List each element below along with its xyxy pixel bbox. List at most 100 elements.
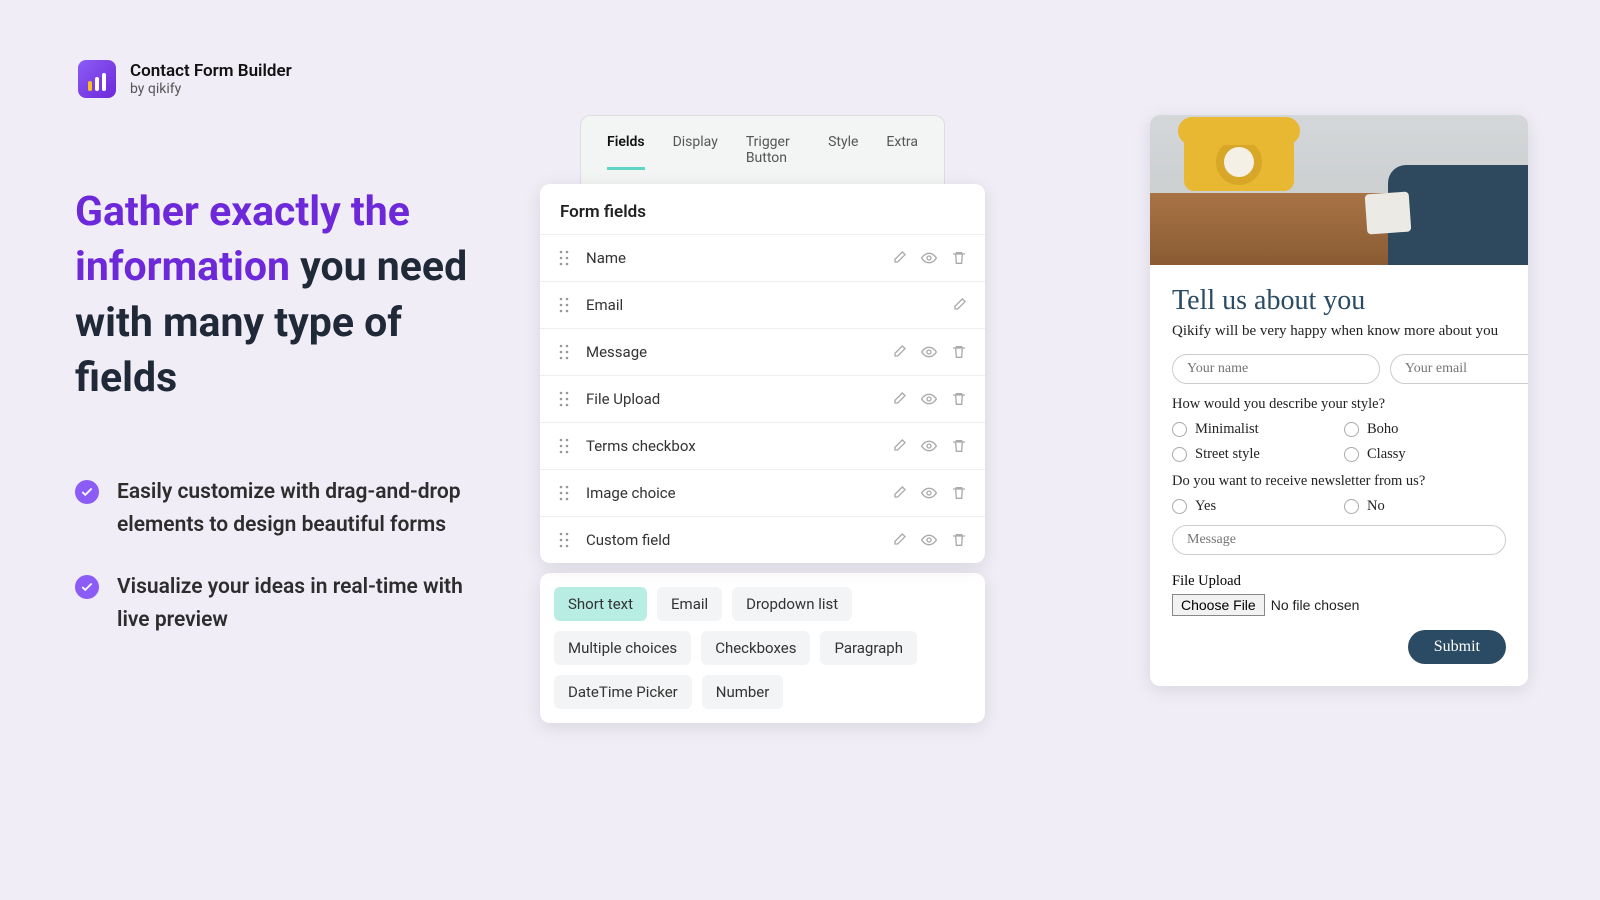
check-icon — [75, 575, 99, 599]
drag-handle-icon[interactable] — [558, 344, 570, 360]
radio-label: Classy — [1367, 446, 1406, 463]
style-question: How would you describe your style? — [1172, 396, 1506, 413]
preview-subtitle: Qikify will be very happy when know more… — [1172, 323, 1506, 340]
radio-icon — [1172, 447, 1187, 462]
field-row[interactable]: Terms checkbox — [540, 422, 985, 469]
choose-file-button[interactable]: Choose File — [1172, 594, 1265, 616]
app-header: Contact Form Builder by qikify — [78, 60, 292, 98]
drag-handle-icon[interactable] — [558, 485, 570, 501]
field-row[interactable]: Email — [540, 281, 985, 328]
field-row-actions — [891, 485, 967, 501]
radio-icon — [1344, 422, 1359, 437]
field-type-short-text[interactable]: Short text — [554, 587, 647, 621]
style-option[interactable]: Street style — [1172, 446, 1334, 463]
check-icon — [75, 480, 99, 504]
radio-label: Street style — [1195, 446, 1260, 463]
hero-bullet-text: Easily customize with drag-and-drop elem… — [117, 476, 495, 541]
drag-handle-icon[interactable] — [558, 250, 570, 266]
hero-bullet-text: Visualize your ideas in real-time with l… — [117, 571, 495, 636]
drag-handle-icon[interactable] — [558, 438, 570, 454]
drag-handle-icon[interactable] — [558, 297, 570, 313]
field-row-actions — [891, 532, 967, 548]
field-row-actions — [891, 391, 967, 407]
submit-button[interactable]: Submit — [1408, 630, 1506, 664]
field-type-checkboxes[interactable]: Checkboxes — [701, 631, 810, 665]
newsletter-option[interactable]: Yes — [1172, 498, 1334, 515]
style-option[interactable]: Classy — [1344, 446, 1506, 463]
file-upload-label: File Upload — [1172, 573, 1506, 590]
field-type-datetime-picker[interactable]: DateTime Picker — [554, 675, 692, 709]
edit-icon[interactable] — [891, 391, 907, 407]
field-row-actions — [951, 297, 967, 313]
radio-label: Yes — [1195, 498, 1216, 515]
trash-icon[interactable] — [951, 391, 967, 407]
eye-icon[interactable] — [921, 438, 937, 454]
field-type-picker: Short text Email Dropdown list Multiple cho… — [540, 573, 985, 723]
field-type-dropdown-list[interactable]: Dropdown list — [732, 587, 852, 621]
tab-style[interactable]: Style — [828, 134, 858, 170]
tab-extra[interactable]: Extra — [886, 134, 918, 170]
eye-icon[interactable] — [921, 532, 937, 548]
field-type-multiple-choices[interactable]: Multiple choices — [554, 631, 691, 665]
preview-hero-image — [1150, 115, 1528, 265]
eye-icon[interactable] — [921, 391, 937, 407]
drag-handle-icon[interactable] — [558, 391, 570, 407]
field-row-actions — [891, 344, 967, 360]
trash-icon[interactable] — [951, 344, 967, 360]
eye-icon[interactable] — [921, 250, 937, 266]
edit-icon[interactable] — [951, 297, 967, 313]
form-builder: Fields Display Trigger Button Style Extra Fo… — [540, 115, 985, 723]
field-row[interactable]: Custom field — [540, 516, 985, 563]
app-logo — [78, 60, 116, 98]
edit-icon[interactable] — [891, 250, 907, 266]
style-option[interactable]: Minimalist — [1172, 421, 1334, 438]
field-type-email[interactable]: Email — [657, 587, 722, 621]
style-option[interactable]: Boho — [1344, 421, 1506, 438]
edit-icon[interactable] — [891, 344, 907, 360]
trash-icon[interactable] — [951, 250, 967, 266]
newsletter-question: Do you want to receive newsletter from u… — [1172, 473, 1506, 490]
field-row[interactable]: Name — [540, 234, 985, 281]
trash-icon[interactable] — [951, 485, 967, 501]
eye-icon[interactable] — [921, 344, 937, 360]
hero-title: Gather exactly the information you need … — [75, 185, 495, 406]
field-row[interactable]: Message — [540, 328, 985, 375]
field-row-label: Terms checkbox — [586, 437, 891, 455]
form-fields-card: Form fields Name Email Message File Upload T… — [540, 184, 985, 563]
trash-icon[interactable] — [951, 532, 967, 548]
hero-bullet: Easily customize with drag-and-drop elem… — [75, 476, 495, 541]
edit-icon[interactable] — [891, 438, 907, 454]
field-type-number[interactable]: Number — [702, 675, 784, 709]
tab-display[interactable]: Display — [673, 134, 718, 170]
radio-label: Minimalist — [1195, 421, 1259, 438]
field-row-label: Message — [586, 343, 891, 361]
trash-icon[interactable] — [951, 438, 967, 454]
tab-fields[interactable]: Fields — [607, 134, 645, 170]
radio-icon — [1172, 422, 1187, 437]
field-type-paragraph[interactable]: Paragraph — [820, 631, 917, 665]
radio-label: No — [1367, 498, 1385, 515]
drag-handle-icon[interactable] — [558, 532, 570, 548]
field-row-label: Name — [586, 249, 891, 267]
name-input[interactable] — [1172, 354, 1380, 384]
form-fields-title: Form fields — [540, 184, 985, 234]
app-byline: by qikify — [130, 81, 292, 97]
hero: Gather exactly the information you need … — [75, 185, 495, 667]
form-preview: Tell us about you Qikify will be very ha… — [1150, 115, 1528, 686]
field-row-actions — [891, 438, 967, 454]
edit-icon[interactable] — [891, 532, 907, 548]
edit-icon[interactable] — [891, 485, 907, 501]
field-row[interactable]: File Upload — [540, 375, 985, 422]
radio-label: Boho — [1367, 421, 1398, 438]
message-input[interactable] — [1172, 525, 1506, 555]
eye-icon[interactable] — [921, 485, 937, 501]
radio-icon — [1344, 499, 1359, 514]
email-input[interactable] — [1390, 354, 1528, 384]
field-row-label: Custom field — [586, 531, 891, 549]
field-row[interactable]: Image choice — [540, 469, 985, 516]
tab-trigger-button[interactable]: Trigger Button — [746, 134, 800, 170]
field-row-actions — [891, 250, 967, 266]
file-chosen-status: No file chosen — [1271, 597, 1360, 613]
newsletter-option[interactable]: No — [1344, 498, 1506, 515]
app-name: Contact Form Builder — [130, 61, 292, 81]
